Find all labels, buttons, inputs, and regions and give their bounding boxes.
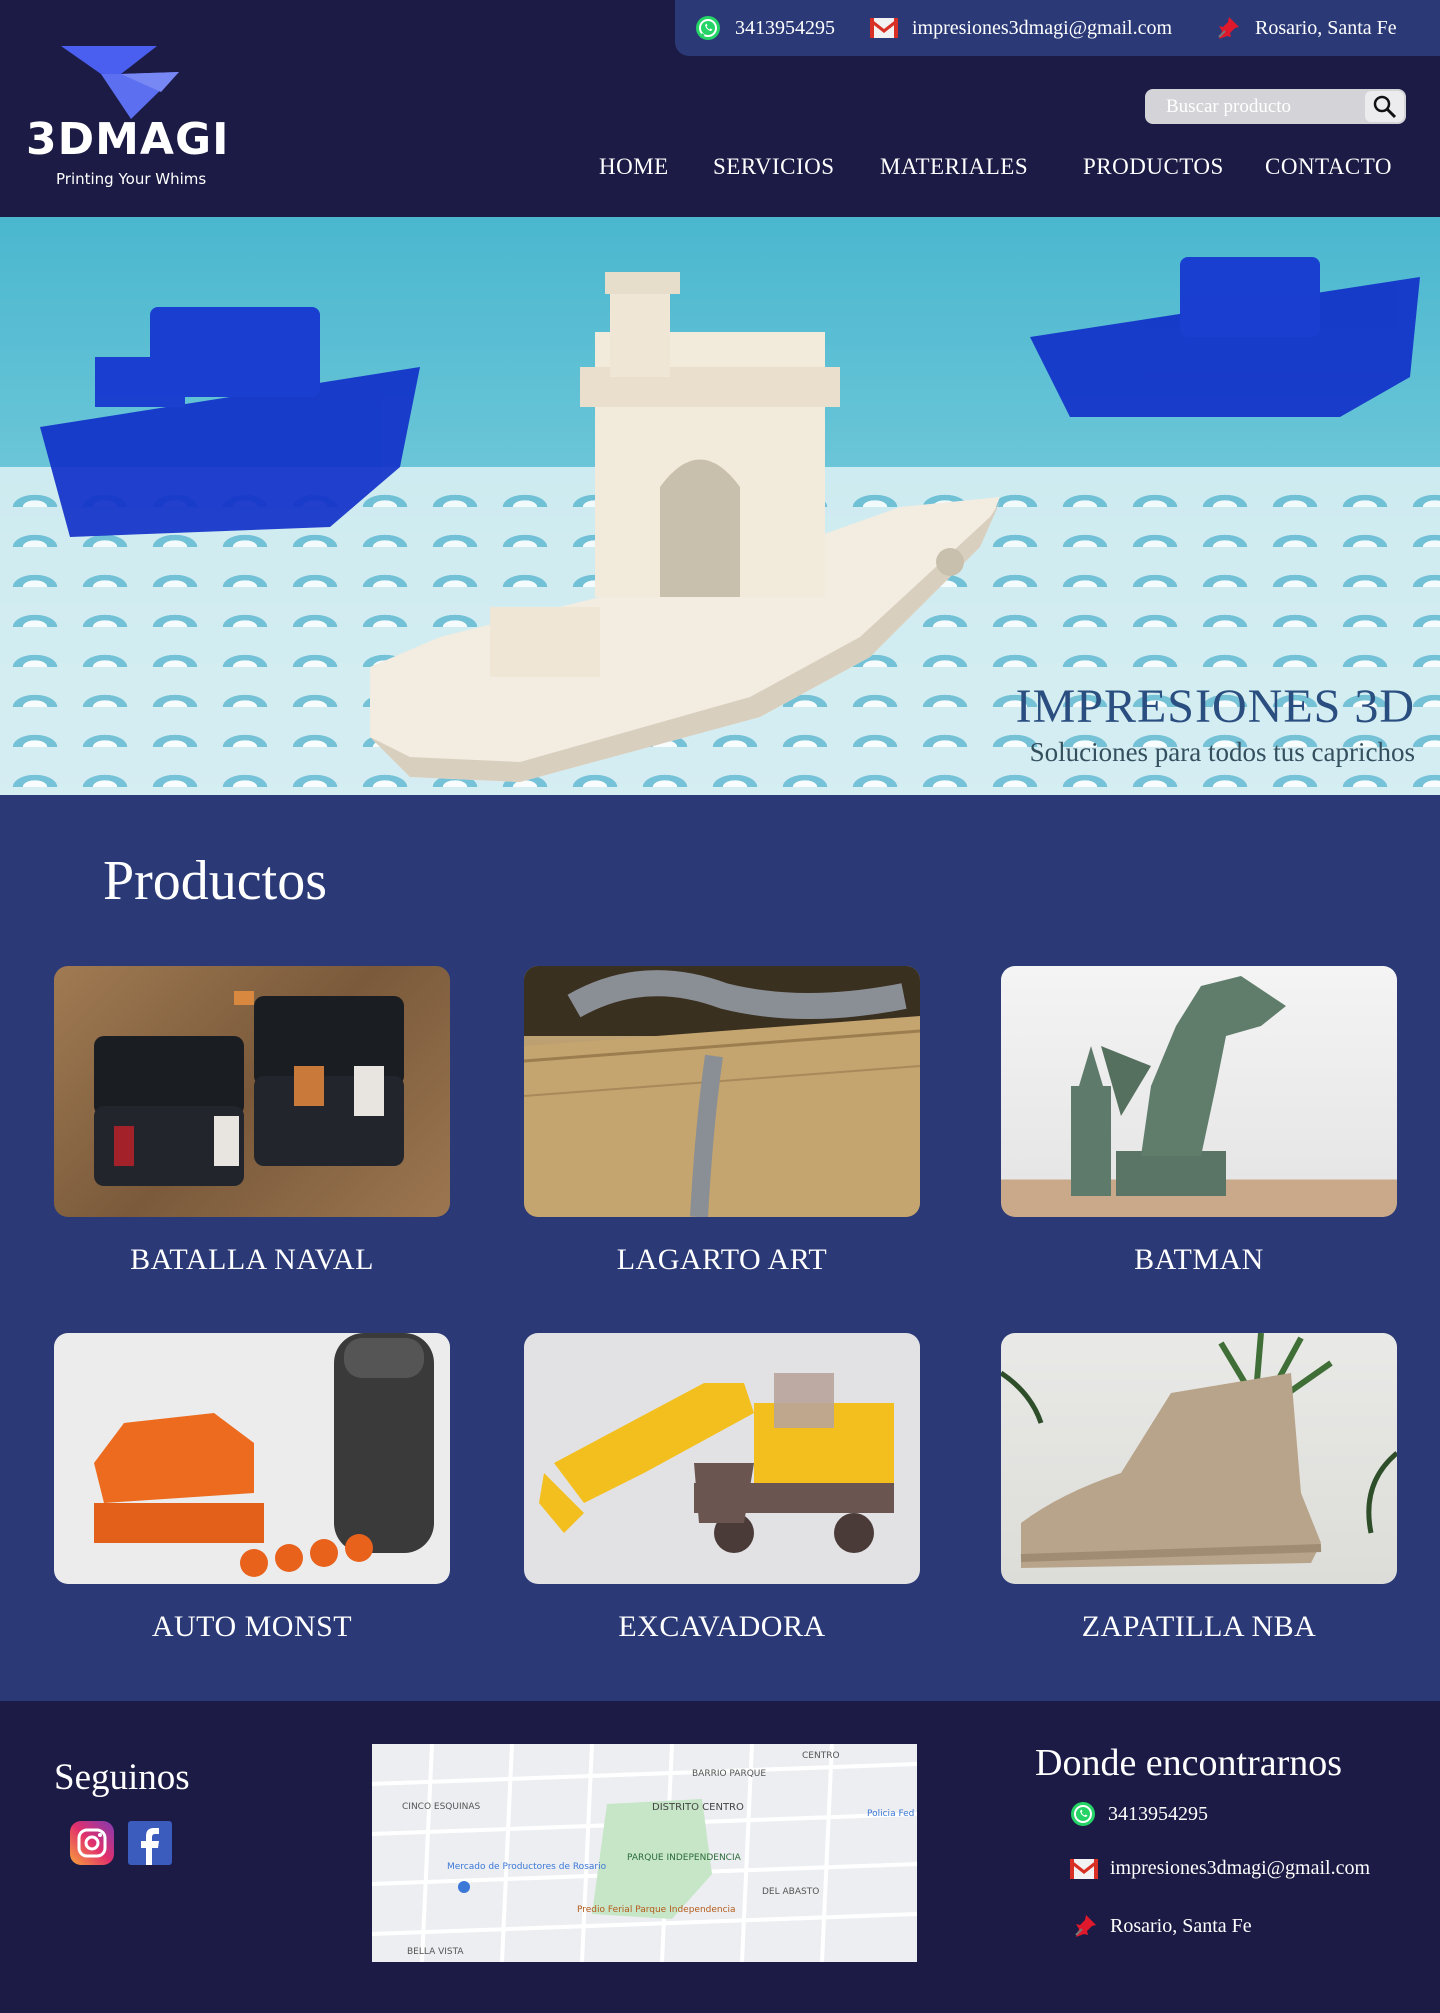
- header-location: Rosario, Santa Fe: [1215, 15, 1397, 41]
- products-heading: Productos: [103, 850, 327, 912]
- product-name[interactable]: BATALLA NAVAL: [54, 1243, 450, 1277]
- nav-materiales[interactable]: MATERIALES: [880, 154, 1028, 180]
- product-image-batalla-naval[interactable]: [54, 966, 450, 1217]
- lizard-figure-illustration: [524, 966, 920, 1217]
- footer-phone-text: 3413954295: [1108, 1802, 1208, 1825]
- site-header: 3413954295 impresiones3dmagi@gmail.com R…: [0, 0, 1440, 217]
- pushpin-icon: [1215, 15, 1241, 41]
- logo-mark-icon: [61, 46, 179, 119]
- header-email[interactable]: impresiones3dmagi@gmail.com: [870, 17, 1215, 40]
- footer-phone[interactable]: 3413954295: [1070, 1801, 1208, 1827]
- hero-banner: IMPRESIONES 3D Soluciones para todos tus…: [0, 217, 1440, 795]
- facebook-icon[interactable]: [128, 1821, 172, 1870]
- hero-title: IMPRESIONES 3D: [1015, 680, 1415, 733]
- hero-subtitle: Soluciones para todos tus caprichos: [1029, 737, 1415, 767]
- map-label: DISTRITO CENTRO: [652, 1802, 744, 1813]
- contact-bar: 3413954295 impresiones3dmagi@gmail.com R…: [675, 0, 1440, 56]
- product-card[interactable]: EXCAVADORA: [524, 1333, 920, 1644]
- map-label: Predio Ferial Parque Independencia: [577, 1905, 736, 1915]
- product-card[interactable]: BATALLA NAVAL: [54, 966, 450, 1277]
- product-image-batman[interactable]: [1001, 966, 1397, 1217]
- products-section: Productos BATALLA NAVAL LAGARTO ART BATM…: [0, 795, 1440, 1701]
- map-label: CINCO ESQUINAS: [402, 1802, 481, 1812]
- search-icon: [1373, 95, 1396, 118]
- search-input[interactable]: [1145, 95, 1365, 118]
- monster-truck-parts-illustration: [94, 1333, 434, 1577]
- nav-servicios[interactable]: SERVICIOS: [713, 154, 835, 180]
- mail-icon: [870, 18, 898, 38]
- product-card[interactable]: LAGARTO ART: [524, 966, 920, 1277]
- instagram-icon[interactable]: [70, 1821, 114, 1870]
- product-name[interactable]: EXCAVADORA: [524, 1610, 920, 1644]
- excavator-toy-illustration: [539, 1373, 894, 1553]
- footer-location-text: Rosario, Santa Fe: [1110, 1914, 1252, 1937]
- footer-email-text: impresiones3dmagi@gmail.com: [1110, 1857, 1371, 1879]
- where-heading: Donde encontrarnos: [1035, 1742, 1343, 1784]
- product-name[interactable]: LAGARTO ART: [524, 1243, 920, 1277]
- footer-email[interactable]: impresiones3dmagi@gmail.com: [1070, 1857, 1370, 1880]
- product-name[interactable]: AUTO MONST: [54, 1610, 450, 1644]
- footer-location: Rosario, Santa Fe: [1072, 1913, 1252, 1939]
- map-label: PARQUE INDEPENDENCIA: [627, 1853, 742, 1863]
- product-name[interactable]: BATMAN: [1001, 1243, 1397, 1277]
- nav-home[interactable]: HOME: [599, 154, 669, 180]
- map-label: DEL ABASTO: [762, 1887, 819, 1897]
- whatsapp-icon: [1070, 1801, 1096, 1827]
- map-illustration: CENTRO BARRIO PARQUE CINCO ESQUINAS DIST…: [372, 1744, 917, 1962]
- follow-heading: Seguinos: [54, 1757, 190, 1798]
- product-image-auto-monst[interactable]: [54, 1333, 450, 1584]
- map-label: BARRIO PARQUE: [692, 1769, 766, 1779]
- product-image-zapatilla-nba[interactable]: [1001, 1333, 1397, 1584]
- header-location-text: Rosario, Santa Fe: [1255, 16, 1397, 39]
- battleship-game-illustration: [94, 991, 404, 1186]
- product-image-lagarto-art[interactable]: [524, 966, 920, 1217]
- location-map[interactable]: CENTRO BARRIO PARQUE CINCO ESQUINAS DIST…: [372, 1744, 917, 1962]
- product-card[interactable]: AUTO MONST: [54, 1333, 450, 1644]
- header-phone[interactable]: 3413954295: [695, 15, 870, 41]
- site-footer: Seguinos CENTRO BARRIO PARQUE CINCO ESQU…: [0, 1701, 1440, 2013]
- search-button[interactable]: [1365, 91, 1404, 122]
- product-image-excavadora[interactable]: [524, 1333, 920, 1584]
- nav-productos[interactable]: PRODUCTOS: [1083, 154, 1224, 180]
- social-links: [70, 1821, 172, 1870]
- map-label: Mercado de Productores de Rosario: [447, 1862, 607, 1872]
- product-name[interactable]: ZAPATILLA NBA: [1001, 1610, 1397, 1644]
- product-card[interactable]: BATMAN: [1001, 966, 1397, 1277]
- header-email-text: impresiones3dmagi@gmail.com: [912, 16, 1173, 39]
- map-pin-icon: [458, 1881, 470, 1893]
- whatsapp-icon: [695, 15, 721, 41]
- map-label: BELLA VISTA: [407, 1947, 464, 1957]
- search-box: [1145, 89, 1406, 124]
- map-label: CENTRO: [802, 1751, 840, 1761]
- batman-statue-illustration: [1071, 976, 1286, 1196]
- header-phone-text: 3413954295: [735, 16, 835, 39]
- sneaker-planter-illustration: [1001, 1333, 1397, 1568]
- nav-contacto[interactable]: CONTACTO: [1265, 154, 1392, 180]
- mail-icon: [1070, 1858, 1098, 1879]
- main-nav: HOME SERVICIOS MATERIALES PRODUCTOS CONT…: [0, 154, 1440, 184]
- pushpin-icon: [1072, 1913, 1098, 1939]
- map-label: Policia Fed: [867, 1809, 914, 1819]
- product-card[interactable]: ZAPATILLA NBA: [1001, 1333, 1397, 1644]
